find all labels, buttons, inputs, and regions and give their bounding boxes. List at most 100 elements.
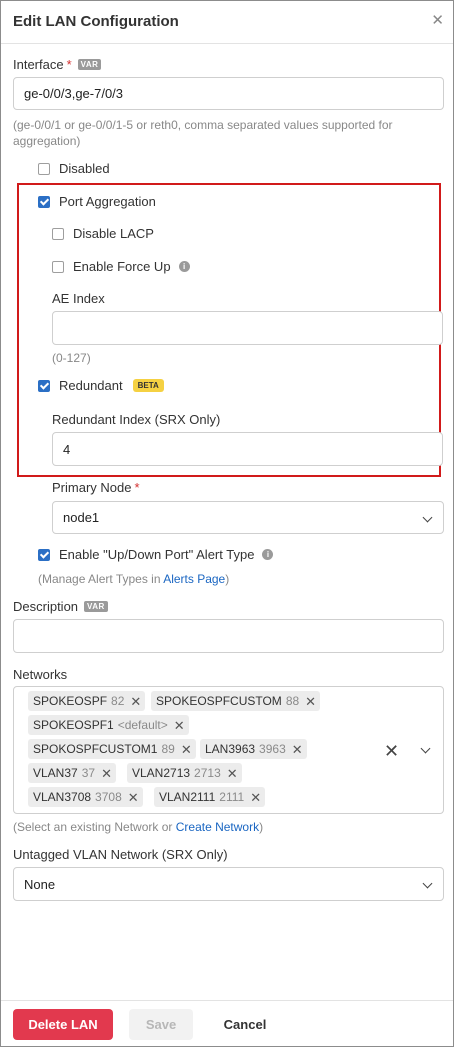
chip-name: VLAN37 [33, 766, 78, 780]
network-chip: VLAN2713 2713 ✕ [127, 763, 242, 783]
chip-name: VLAN2713 [132, 766, 191, 780]
redundant-checkbox[interactable] [38, 379, 50, 392]
chip-sub: 89 [161, 742, 175, 756]
interface-hint-line1: (ge-0/0/1 or ge-0/0/1-5 or reth0, comma … [13, 118, 393, 132]
cancel-button[interactable]: Cancel [213, 1009, 277, 1040]
interface-hint-line2: aggregation) [13, 134, 81, 148]
chip-sub: 3963 [259, 742, 286, 756]
chip-name: SPOKEOSPF1 [33, 718, 114, 732]
port-aggregation-label: Port Aggregation [59, 194, 156, 209]
chevron-down-icon [422, 878, 433, 889]
chip-remove-icon[interactable]: ✕ [227, 767, 238, 780]
chip-name: VLAN3708 [33, 790, 92, 804]
network-chip: LAN3963 3963 ✕ [200, 739, 307, 759]
disable-lacp-label: Disable LACP [73, 226, 154, 241]
enable-force-up-row[interactable]: Enable Force Up i [52, 259, 190, 274]
create-network-link[interactable]: Create Network [176, 820, 259, 834]
chip-sub: 82 [111, 694, 125, 708]
chip-sub: <default> [117, 718, 168, 732]
interface-label-text: Interface [13, 57, 64, 72]
ae-index-input[interactable] [52, 311, 443, 345]
redundant-index-value: 4 [63, 441, 71, 457]
var-badge: VAR [77, 59, 102, 70]
disable-lacp-row[interactable]: Disable LACP [52, 226, 154, 241]
disabled-label: Disabled [59, 161, 110, 176]
network-chip: VLAN37 37 ✕ [28, 763, 116, 783]
alert-type-row[interactable]: Enable "Up/Down Port" Alert Type i [38, 547, 274, 562]
alert-type-hint: (Manage Alert Types in Alerts Page) [38, 571, 229, 587]
var-badge: VAR [84, 601, 108, 612]
chip-remove-icon[interactable]: ✕ [174, 719, 185, 732]
alert-hint-suffix: ) [225, 572, 230, 586]
required-mark: * [66, 57, 72, 72]
untagged-vlan-label: Untagged VLAN Network (SRX Only) [13, 847, 228, 862]
enable-force-up-label: Enable Force Up [73, 259, 171, 274]
chip-remove-icon[interactable]: ✕ [305, 695, 316, 708]
chip-remove-icon[interactable]: ✕ [181, 743, 192, 756]
dialog-header: Edit LAN Configuration ✕ [1, 1, 453, 44]
alert-type-label: Enable "Up/Down Port" Alert Type [59, 547, 255, 562]
redundant-index-label: Redundant Index (SRX Only) [52, 412, 221, 427]
network-chip: SPOKOSPFCUSTOM1 89 ✕ [28, 739, 196, 759]
primary-node-label: Primary Node * [52, 480, 140, 495]
network-chip: VLAN3708 3708 ✕ [28, 787, 143, 807]
disable-lacp-checkbox[interactable] [52, 227, 64, 240]
chip-name: LAN3963 [205, 742, 256, 756]
clear-icon[interactable]: ✕ [384, 741, 399, 762]
chip-sub: 2713 [194, 766, 221, 780]
interface-input[interactable]: ge-0/0/3,ge-7/0/3 [13, 77, 444, 110]
ae-index-label: AE Index [52, 291, 105, 306]
alerts-page-link[interactable]: Alerts Page [163, 572, 225, 586]
beta-badge: BETA [132, 379, 164, 392]
chip-sub: 3708 [95, 790, 122, 804]
chip-remove-icon[interactable]: ✕ [128, 791, 139, 804]
chip-remove-icon[interactable]: ✕ [130, 695, 141, 708]
redundant-label: Redundant [59, 378, 123, 393]
networks-hint-prefix: (Select an existing Network or [13, 820, 176, 834]
networks-hint-suffix: ) [259, 820, 264, 834]
info-icon[interactable]: i [178, 261, 190, 272]
description-input[interactable] [13, 619, 444, 653]
primary-node-label-text: Primary Node [52, 480, 132, 495]
close-icon[interactable]: ✕ [431, 11, 444, 29]
chip-sub: 37 [81, 766, 96, 780]
untagged-vlan-value: None [24, 876, 56, 892]
chip-remove-icon[interactable]: ✕ [101, 767, 112, 780]
chip-sub: 88 [285, 694, 300, 708]
delete-lan-button[interactable]: Delete LAN [13, 1009, 113, 1040]
port-aggregation-checkbox[interactable] [38, 195, 50, 208]
untagged-vlan-select[interactable]: None [13, 867, 444, 901]
networks-label: Networks [13, 667, 68, 682]
network-chip: VLAN2111 2111 ✕ [154, 787, 266, 807]
description-label-text: Description [13, 599, 79, 614]
chip-sub: 2111 [219, 790, 245, 804]
network-chip: SPOKEOSPF 82 ✕ [28, 691, 146, 711]
interface-label: Interface * VAR [13, 57, 102, 72]
network-chip: SPOKEOSPF1 <default> ✕ [28, 715, 189, 735]
info-icon[interactable]: i [262, 549, 274, 560]
primary-node-value: node1 [63, 510, 100, 525]
edit-lan-dialog: Edit LAN Configuration ✕ Interface * VAR g… [0, 0, 454, 1047]
dialog-title: Edit LAN Configuration [13, 13, 179, 30]
chip-remove-icon[interactable]: ✕ [250, 791, 261, 804]
chevron-down-icon [422, 512, 433, 522]
interface-hint: (ge-0/0/1 or ge-0/0/1-5 or reth0, comma … [13, 117, 443, 149]
alert-type-checkbox[interactable] [38, 548, 50, 561]
enable-force-up-checkbox[interactable] [52, 260, 64, 273]
redundant-row[interactable]: Redundant BETA [38, 378, 164, 393]
ae-index-hint: (0-127) [52, 351, 91, 365]
chip-name: VLAN2111 [159, 790, 216, 804]
redundant-index-input[interactable]: 4 [52, 432, 443, 466]
networks-hint: (Select an existing Network or Create Ne… [13, 819, 263, 835]
chip-name: SPOKOSPFCUSTOM1 [33, 742, 158, 756]
chip-remove-icon[interactable]: ✕ [292, 743, 303, 756]
description-label: Description VAR [13, 599, 108, 614]
port-aggregation-row[interactable]: Port Aggregation [38, 194, 156, 209]
primary-node-select[interactable]: node1 [52, 501, 444, 534]
disabled-checkbox[interactable] [38, 162, 50, 175]
interface-value: ge-0/0/3,ge-7/0/3 [24, 86, 124, 101]
dialog-footer: Delete LAN Save Cancel [1, 1000, 453, 1046]
disabled-checkbox-row[interactable]: Disabled [38, 161, 110, 176]
alert-hint-prefix: (Manage Alert Types in [38, 572, 164, 586]
save-button[interactable]: Save [129, 1009, 193, 1040]
